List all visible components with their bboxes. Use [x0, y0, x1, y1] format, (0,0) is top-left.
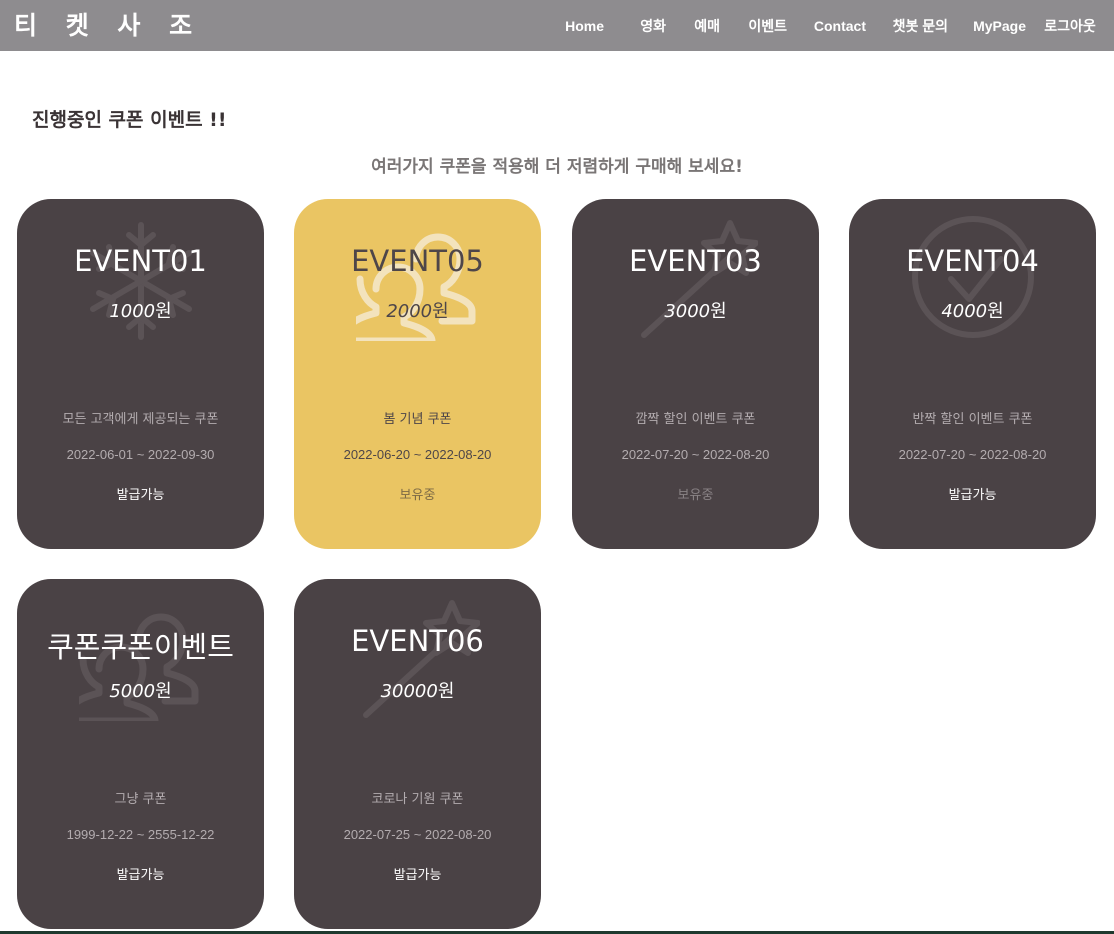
- nav-item-event[interactable]: 이벤트: [720, 0, 787, 51]
- card-title: 쿠폰쿠폰이벤트: [47, 630, 234, 664]
- coupon-card[interactable]: EVENT04 4000원 반짝 할인 이벤트 쿠폰 2022-07-20 ~ …: [849, 199, 1096, 549]
- navbar: 티 켓 사 조 Home 영화 예매 이벤트 Contact 챗봇 문의 MyP…: [0, 0, 1114, 51]
- card-description: 코로나 기원 쿠폰: [371, 792, 464, 807]
- card-status[interactable]: 발급가능: [849, 484, 1096, 503]
- nav-item-contact[interactable]: Contact: [787, 0, 866, 51]
- price-unit: 원: [155, 681, 172, 702]
- page-title: 진행중인 쿠폰 이벤트 !!: [32, 109, 227, 131]
- card-description: 깜짝 할인 이벤트 쿠폰: [635, 412, 756, 427]
- card-period: 2022-07-20 ~ 2022-08-20: [621, 447, 770, 462]
- card-status[interactable]: 발급가능: [17, 864, 264, 883]
- card-price: 3000원: [572, 297, 819, 323]
- nav-item-movie[interactable]: 영화: [606, 0, 666, 51]
- card-title: EVENT01: [74, 244, 207, 278]
- card-price: 4000원: [849, 297, 1096, 323]
- coupon-card[interactable]: EVENT05 2000원 봄 기념 쿠폰 2022-06-20 ~ 2022-…: [294, 199, 541, 549]
- card-title: EVENT04: [906, 244, 1039, 278]
- card-status[interactable]: 발급가능: [17, 484, 264, 503]
- nav-item-booking[interactable]: 예매: [666, 0, 720, 51]
- card-price: 5000원: [17, 677, 264, 703]
- nav-item-chatbot[interactable]: 챗봇 문의: [866, 0, 948, 51]
- nav-item-logout[interactable]: 로그아웃: [1026, 0, 1114, 51]
- coupon-card[interactable]: EVENT06 30000원 코로나 기원 쿠폰 2022-07-25 ~ 20…: [294, 579, 541, 929]
- price-unit: 원: [710, 301, 727, 322]
- price-unit: 원: [437, 681, 455, 702]
- card-price: 30000원: [294, 677, 541, 703]
- card-period: 2022-06-01 ~ 2022-09-30: [66, 447, 215, 462]
- nav-item-home[interactable]: Home: [541, 0, 606, 51]
- price-unit: 원: [155, 301, 172, 322]
- price-unit: 원: [987, 301, 1004, 322]
- card-period: 2022-06-20 ~ 2022-08-20: [343, 447, 492, 462]
- card-title: EVENT05: [351, 244, 484, 278]
- card-status[interactable]: 발급가능: [294, 864, 541, 883]
- price-value: 5000: [109, 681, 156, 702]
- card-status: 보유중: [399, 488, 436, 503]
- price-value: 3000: [664, 301, 711, 322]
- card-price: 2000원: [294, 297, 541, 323]
- card-description: 반짝 할인 이벤트 쿠폰: [912, 412, 1033, 427]
- page-subtitle: 여러가지 쿠폰을 적용해 더 저렴하게 구매해 보세요!: [371, 157, 743, 177]
- card-description: 봄 기념 쿠폰: [383, 412, 452, 427]
- brand-logo[interactable]: 티 켓 사 조: [14, 6, 202, 42]
- coupon-card[interactable]: EVENT03 3000원 깜짝 할인 이벤트 쿠폰 2022-07-20 ~ …: [572, 199, 819, 549]
- coupon-card[interactable]: EVENT01 1000원 모든 고객에게 제공되는 쿠폰 2022-06-01…: [17, 199, 264, 549]
- card-description: 모든 고객에게 제공되는 쿠폰: [62, 412, 219, 427]
- card-period: 1999-12-22 ~ 2555-12-22: [66, 827, 215, 842]
- price-value: 1000: [109, 301, 156, 322]
- coupon-card[interactable]: 쿠폰쿠폰이벤트 5000원 그냥 쿠폰 1999-12-22 ~ 2555-12…: [17, 579, 264, 929]
- nav-menu: Home 영화 예매 이벤트 Contact 챗봇 문의 MyPage 로그아웃: [541, 0, 1114, 51]
- card-price: 1000원: [17, 297, 264, 323]
- price-value: 2000: [386, 301, 433, 322]
- card-description: 그냥 쿠폰: [114, 792, 167, 807]
- price-value: 30000: [380, 681, 438, 702]
- price-value: 4000: [941, 301, 988, 322]
- card-period: 2022-07-25 ~ 2022-08-20: [343, 827, 492, 842]
- nav-item-mypage[interactable]: MyPage: [948, 0, 1026, 51]
- card-title: EVENT03: [629, 244, 762, 278]
- card-title: EVENT06: [351, 624, 484, 658]
- card-status: 보유중: [677, 488, 714, 503]
- card-period: 2022-07-20 ~ 2022-08-20: [898, 447, 1047, 462]
- price-unit: 원: [432, 301, 449, 322]
